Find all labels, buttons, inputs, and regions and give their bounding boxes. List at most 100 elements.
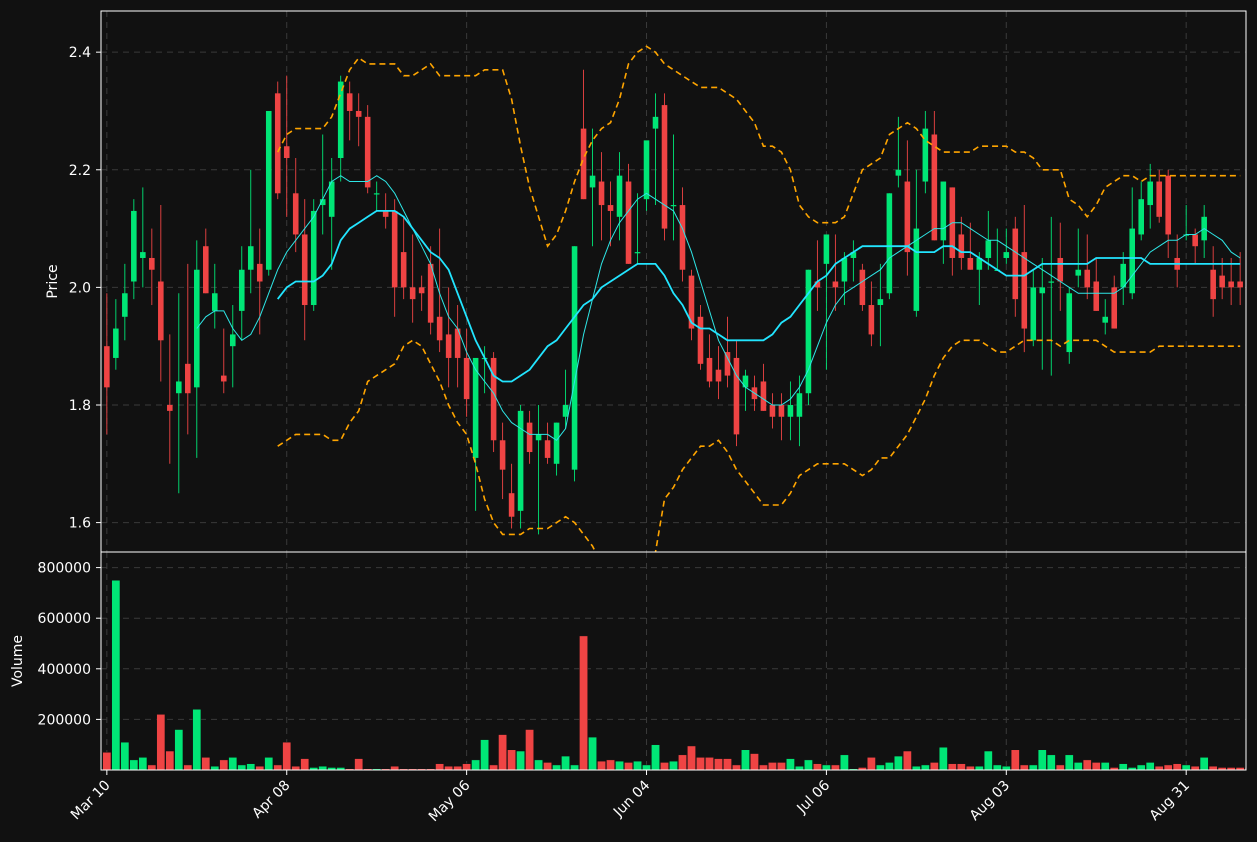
candle-body [1102,316,1109,323]
volume-bar [884,762,894,770]
volume-bar [759,764,768,770]
volume-bar [1163,764,1173,770]
candle-body [310,210,317,306]
candle-body [292,193,299,235]
volume-bar [1001,765,1011,770]
chart-background [0,0,1257,842]
volume-bar [111,579,121,770]
volume-bar [498,734,507,770]
candle-body [131,210,137,282]
candle-body [625,181,632,264]
candle-body [877,299,884,306]
candle-body [149,257,155,270]
candle-body [463,357,470,400]
volume-bar [831,764,840,770]
volume-bar [543,762,552,770]
candle-body [661,105,668,229]
candle-body [1057,257,1064,282]
volume-bar [1091,762,1101,770]
candle-body [364,116,371,188]
candle-body [958,234,965,258]
candle-body [643,140,650,200]
candle-body [823,234,830,264]
volume-bar [624,762,633,770]
candle-body [445,334,452,358]
candle-body [355,110,362,117]
volume-bar [1055,764,1065,770]
candle-body [616,175,623,217]
volume-bar [516,750,525,770]
volume-bar [1136,764,1146,770]
volume-bar [1208,765,1218,770]
candle-body [868,305,875,335]
volume-bar [183,764,193,770]
volume-bar [804,759,813,770]
volume-bar [866,757,876,770]
candle-body [1210,269,1216,300]
volume-bar [138,757,148,770]
candle-body [634,252,641,254]
candle-body [733,357,740,435]
volume-bar [822,764,831,770]
volume-bar [534,759,543,770]
volume-bar [102,752,112,770]
candle-body [373,193,380,195]
candle-body [409,287,416,300]
volume-bar [678,754,687,770]
price-tick-label: 1.8 [69,398,91,414]
volume-bar [1190,765,1200,770]
volume-bar [354,758,364,770]
volume-bar [273,764,283,770]
volume-bar [174,729,184,770]
volume-bar [938,746,948,770]
volume-bar [129,759,139,770]
candle-body [229,334,236,347]
candle-body [211,293,218,311]
volume-bar [893,755,903,770]
candle-body [652,116,659,129]
volume-bar [1199,757,1209,770]
volume-bar [633,760,642,770]
candle-body [1192,234,1198,247]
volume-bar [1154,765,1164,770]
volume-bar [453,765,463,770]
volume-bar [219,759,229,770]
volume-bar [471,759,481,770]
candle-body [328,181,335,217]
volume-bar [480,739,490,770]
candle-body [1039,287,1046,294]
candle-body [724,352,731,376]
volume-bar [714,758,723,770]
volume-bar [291,765,301,770]
volume-bar [750,753,759,770]
candle-body [113,328,119,358]
candle-body [1075,269,1082,276]
volume-bar [1073,762,1083,770]
volume-bar [165,750,175,770]
candle-body [517,410,524,511]
candle-body [185,363,191,394]
volume-bar [282,741,292,770]
volume-bar [1046,754,1056,770]
candle-body [418,287,425,294]
candle-body [265,110,272,270]
volume-bar [462,763,472,770]
volume-bar [696,757,705,770]
candle-body [526,422,533,453]
candle-body [337,81,344,159]
volume-bar [228,757,238,770]
candle-body [220,375,227,382]
volume-bar [1010,749,1020,770]
volume-bar [156,714,166,770]
price-tick-label: 2.2 [69,163,91,179]
candle-body [1147,181,1153,206]
volume-tick-label: 800000 [38,561,91,577]
candle-body [805,269,812,394]
volume-bar [390,765,400,770]
candle-body [778,404,785,417]
candle-body [247,246,254,270]
candle-body [715,369,722,382]
volume-bar [902,750,912,770]
volume-bar [947,763,957,770]
candle-body [1048,281,1055,283]
